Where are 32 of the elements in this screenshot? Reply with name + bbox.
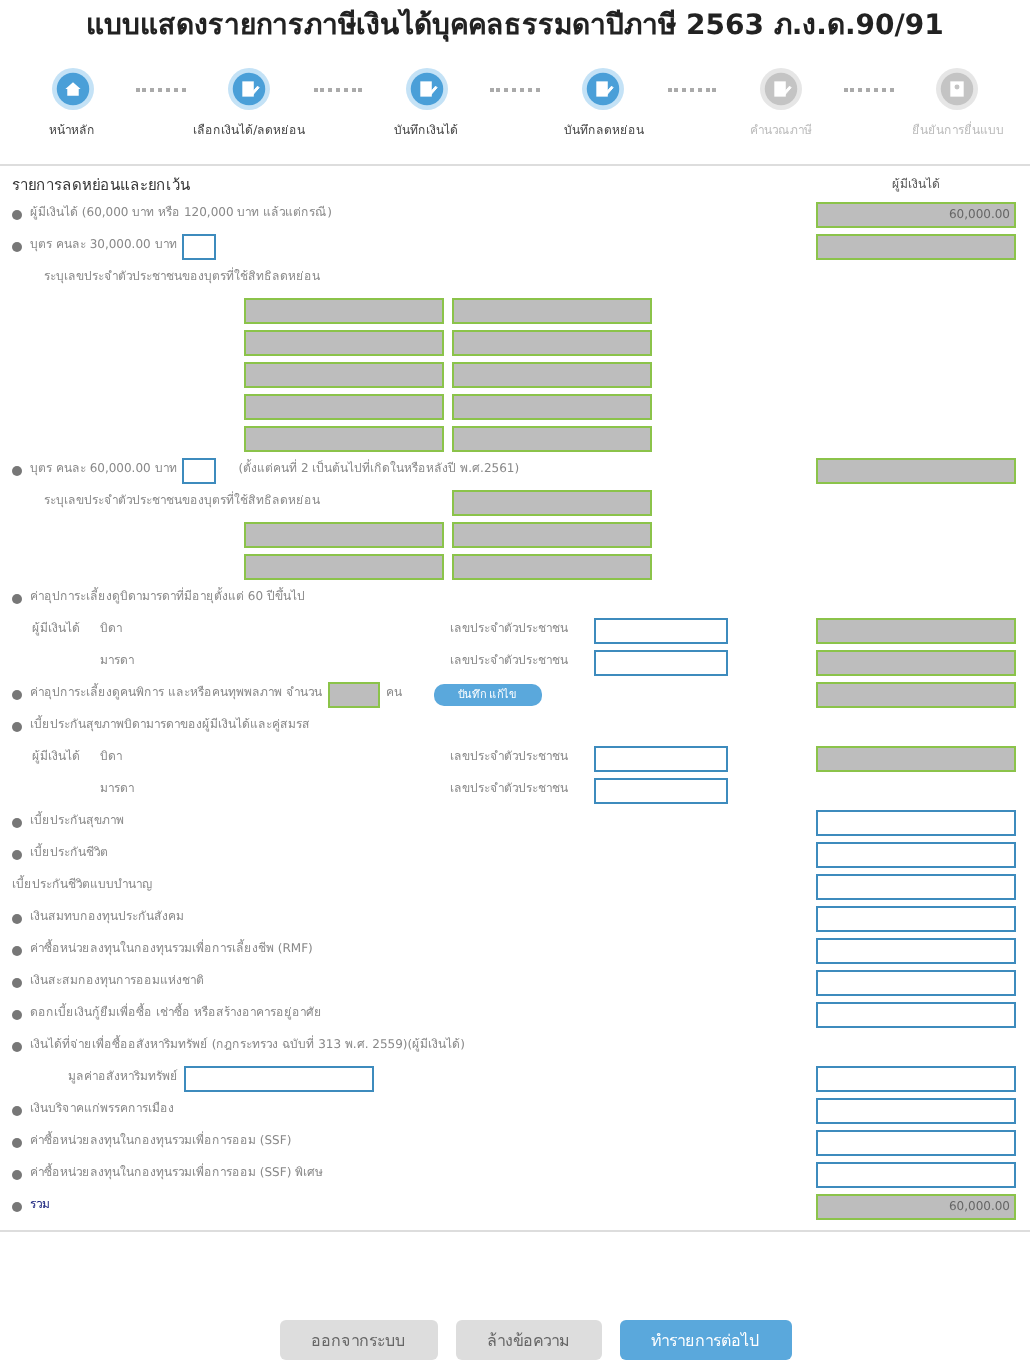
action-button[interactable]: ออกจากระบบ xyxy=(279,1320,437,1360)
amount-field[interactable] xyxy=(816,1161,1016,1187)
edit-document-icon[interactable] xyxy=(405,68,448,110)
count-field xyxy=(327,681,380,707)
value-input[interactable] xyxy=(184,1065,374,1091)
id-input[interactable] xyxy=(594,649,728,675)
amount-field[interactable] xyxy=(816,841,1016,867)
amount-field[interactable] xyxy=(816,873,1016,899)
amount-field[interactable] xyxy=(816,905,1016,931)
step-connector xyxy=(667,88,717,92)
amount-field[interactable] xyxy=(816,937,1016,963)
amount-field[interactable] xyxy=(816,1129,1016,1155)
id-input[interactable] xyxy=(594,777,728,803)
amount-field[interactable] xyxy=(816,1001,1016,1027)
form-title: แบบแสดงรายการภาษีเงินได้บุคคลธรรมดาปีภาษี 2563 ภ.ง.ด.90/91 xyxy=(84,6,946,44)
next-button[interactable]: ทำรายการต่อไป xyxy=(619,1320,791,1360)
amount-field[interactable] xyxy=(816,969,1016,995)
home-icon[interactable] xyxy=(51,68,93,110)
count-field[interactable] xyxy=(182,457,217,483)
step-connector xyxy=(313,88,363,92)
action-button[interactable]: ล้างข้อความ xyxy=(455,1320,601,1360)
step-connector xyxy=(490,88,540,92)
count-field[interactable] xyxy=(182,233,217,259)
edit-document-icon[interactable] xyxy=(582,68,625,110)
amount-field[interactable] xyxy=(816,809,1016,835)
step-connector xyxy=(844,88,894,92)
id-input[interactable] xyxy=(594,617,728,643)
step-connector xyxy=(136,88,186,92)
edit-document-icon[interactable] xyxy=(228,68,271,110)
id-input[interactable] xyxy=(594,745,728,771)
amount-field[interactable] xyxy=(816,1065,1016,1091)
amount-field[interactable] xyxy=(816,1097,1016,1123)
